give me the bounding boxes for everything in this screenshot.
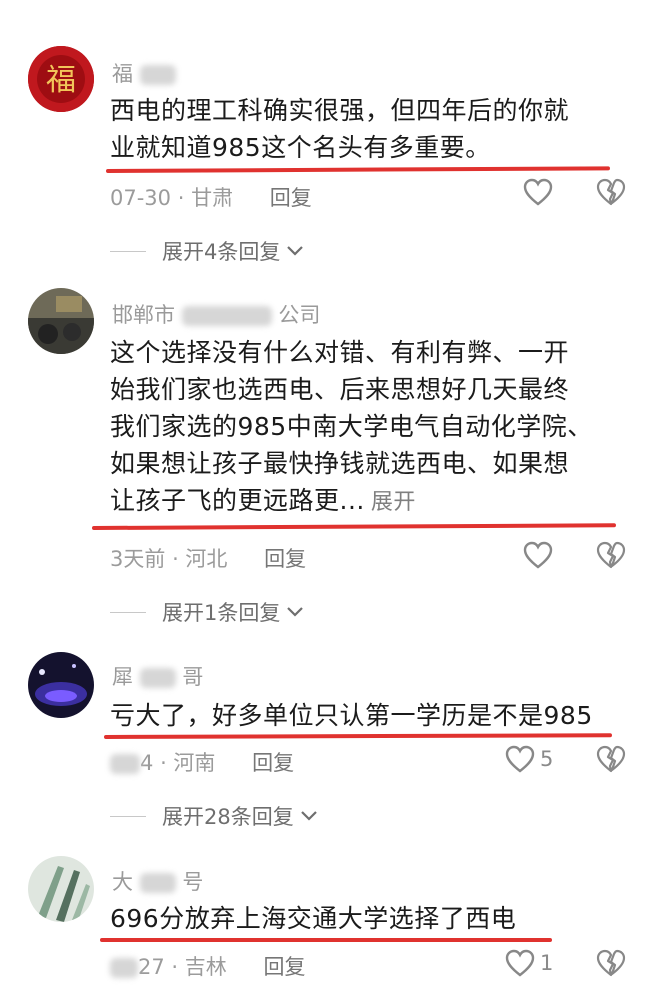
comment-location: 河北: [185, 547, 228, 571]
broken-heart-icon[interactable]: [596, 541, 626, 569]
comment-date: 27: [138, 955, 165, 979]
expand-replies-button[interactable]: 展开4条回复: [110, 236, 304, 266]
reply-button[interactable]: 回复: [270, 186, 312, 210]
avatar[interactable]: [28, 652, 94, 718]
expand-replies-button[interactable]: 展开28条回复: [110, 801, 318, 831]
red-underline: [103, 733, 613, 739]
username[interactable]: 犀 哥: [112, 661, 203, 691]
comment-meta: 3天前 · 河北 回复: [110, 547, 307, 571]
like-count: 5: [540, 747, 554, 771]
expand-replies-button[interactable]: 展开1条回复: [110, 597, 304, 627]
red-underline: [105, 166, 611, 173]
broken-heart-icon[interactable]: [596, 178, 626, 206]
reply-button[interactable]: 回复: [252, 751, 294, 775]
svg-text:福: 福: [46, 63, 76, 98]
reply-button[interactable]: 回复: [263, 955, 305, 979]
username-blur: [181, 306, 272, 326]
broken-heart-icon[interactable]: [596, 949, 626, 977]
red-underline: [91, 523, 617, 530]
username-blur: [139, 668, 176, 688]
comment-location: 甘肃: [191, 186, 234, 210]
heart-outline-icon[interactable]: [523, 541, 553, 569]
comment-date: 4: [140, 751, 154, 775]
comment-location: 吉林: [184, 955, 227, 979]
avatar[interactable]: 福: [28, 46, 94, 112]
comment-text: 西电的理工科确实很强，但四年后的你就 业就知道985这个名头有多重要。: [110, 96, 570, 162]
divider: [110, 611, 146, 613]
comment-location: 河南: [173, 751, 216, 775]
date-blur: [110, 958, 138, 978]
red-underline: [100, 938, 552, 942]
username[interactable]: 邯郸市 公司: [112, 299, 320, 329]
broken-heart-icon[interactable]: [596, 745, 626, 773]
comment-meta: 07-30 · 甘肃 回复: [110, 186, 312, 210]
comment-text: 亏大了，好多单位只认第一学历是不是985: [110, 701, 593, 730]
comment-text: 696分放弃上海交通大学选择了西电: [110, 904, 517, 933]
comment-meta: 4 · 河南 回复: [110, 747, 294, 777]
heart-outline-icon[interactable]: [505, 949, 535, 977]
username[interactable]: 福: [112, 58, 176, 88]
username-blur: [139, 873, 176, 893]
comment-meta: 27 · 吉林 回复: [110, 951, 305, 981]
expand-text-button[interactable]: 展开: [371, 490, 416, 515]
avatar[interactable]: [28, 288, 94, 354]
comment-text: 这个选择没有什么对错、有利有弊、一开 始我们家也选西电、后来思想好几天最终 我们…: [110, 338, 593, 515]
avatar[interactable]: [28, 856, 94, 922]
heart-outline-icon[interactable]: [523, 178, 553, 206]
divider: [110, 815, 146, 817]
heart-outline-icon[interactable]: [505, 745, 535, 773]
date-blur: [110, 754, 140, 774]
chevron-down-icon: [300, 811, 317, 821]
username[interactable]: 大 号: [112, 866, 203, 896]
username-blur: [139, 65, 176, 85]
comment-date: 3天前: [110, 547, 166, 571]
comment-date: 07-30: [110, 186, 172, 210]
divider: [110, 250, 146, 252]
reply-button[interactable]: 回复: [264, 547, 306, 571]
chevron-down-icon: [287, 607, 304, 617]
chevron-down-icon: [287, 246, 304, 256]
like-count: 1: [540, 951, 554, 975]
